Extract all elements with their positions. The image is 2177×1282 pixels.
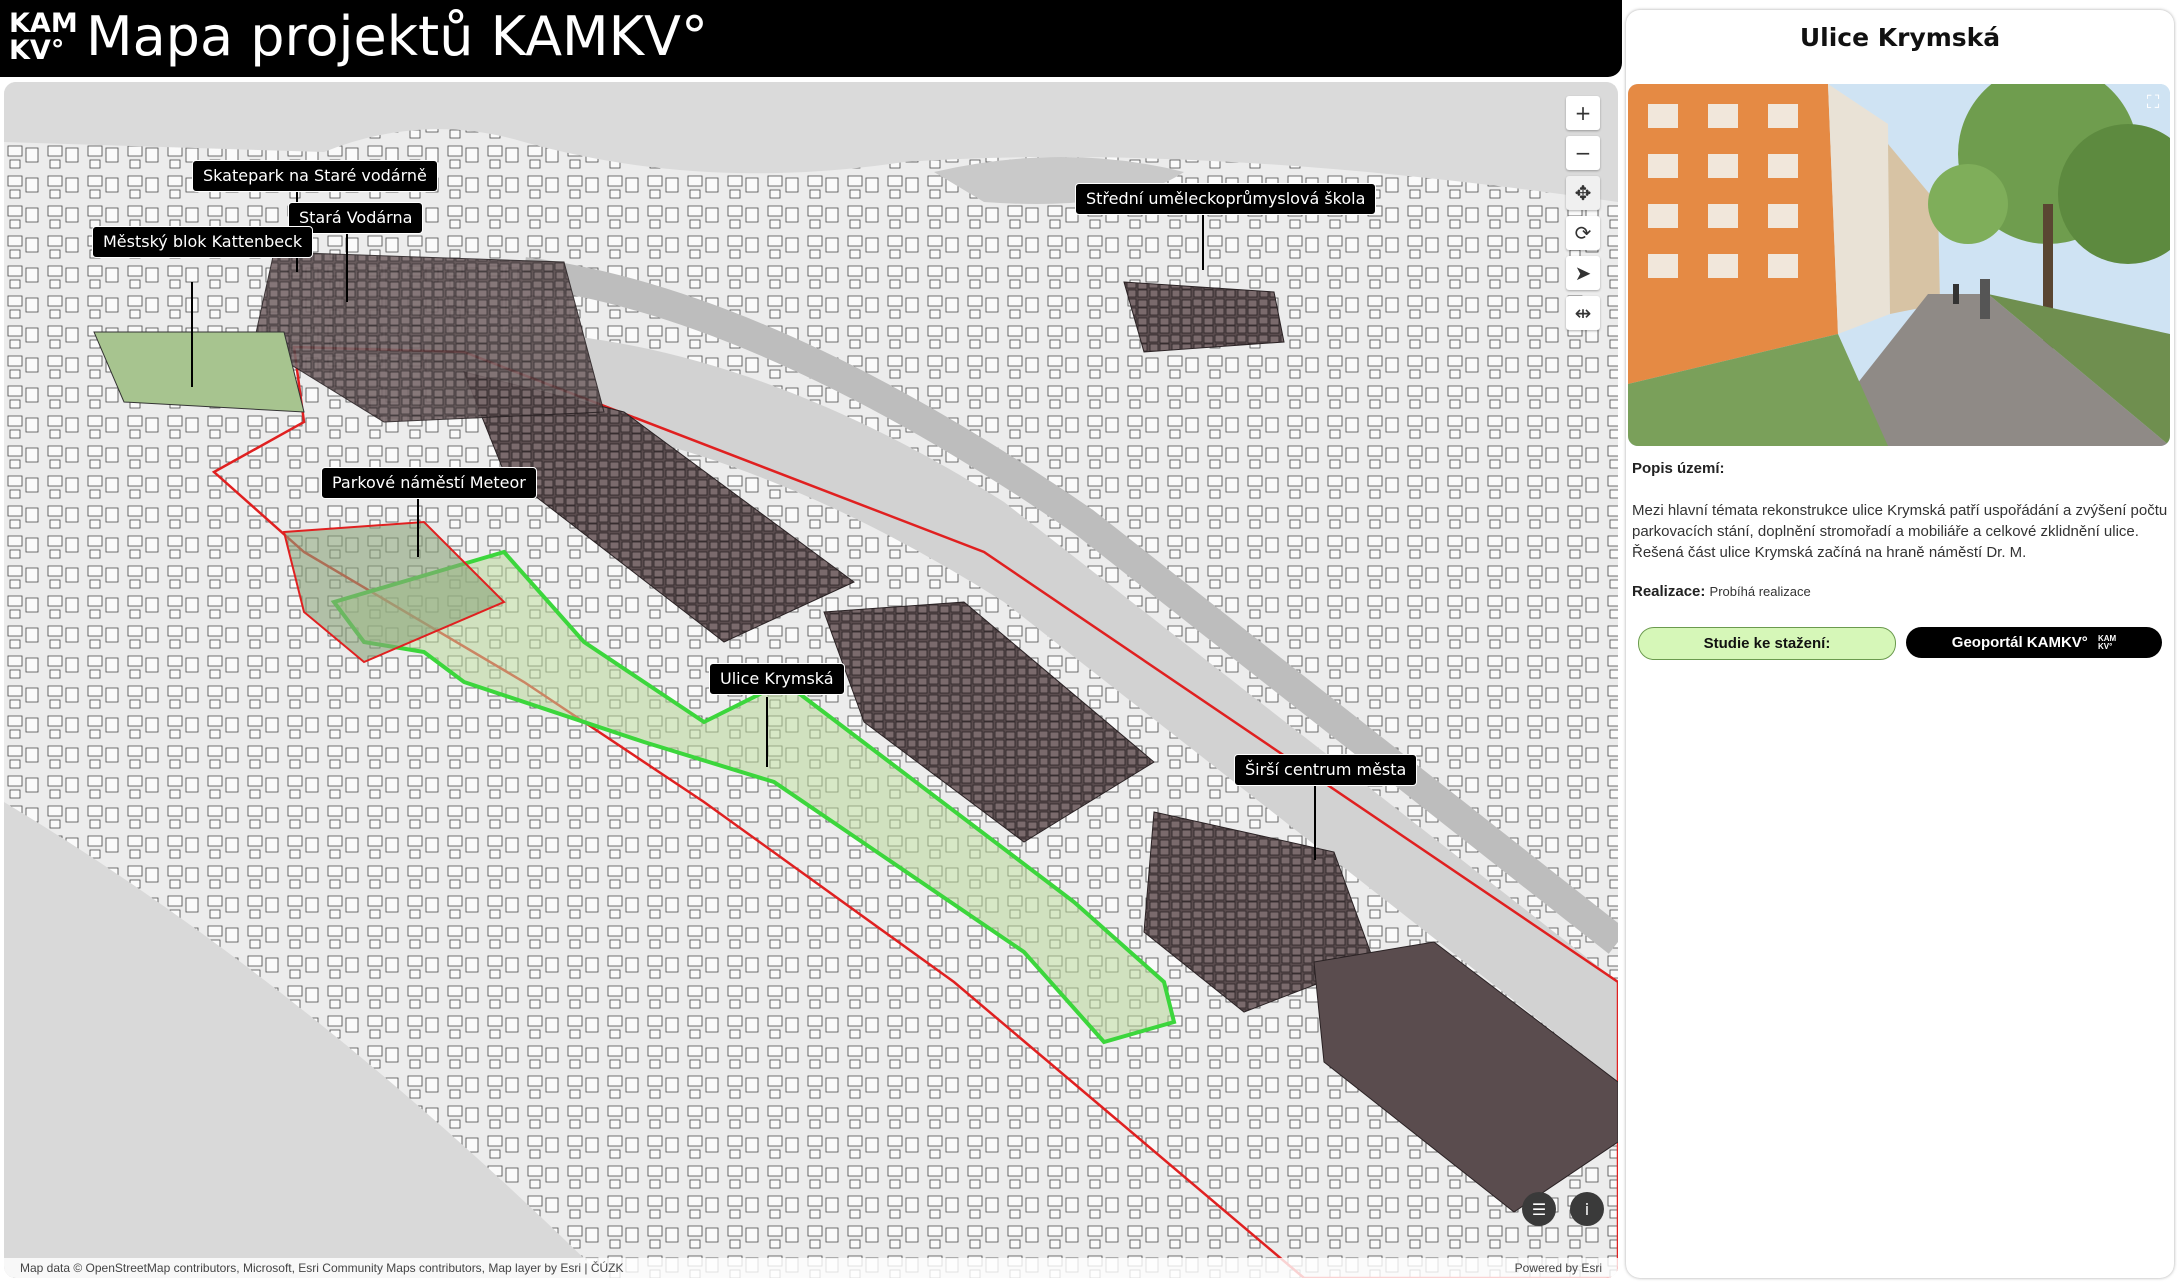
kattenbeck-courtyard [93, 331, 305, 413]
info-icon[interactable]: i [1570, 1192, 1604, 1226]
pan-icon[interactable]: ✥ [1566, 176, 1600, 210]
geoportal-logo-line-2: KV° [2097, 642, 2113, 652]
map-attribution: Map data © OpenStreetMap contributors, M… [4, 1258, 1618, 1278]
powered-by-esri[interactable]: Powered by Esri [1515, 1258, 1602, 1278]
map-view[interactable]: Skatepark na Staré vodárně Stará Vodárna… [4, 82, 1618, 1278]
street-visualization-image [1628, 84, 2170, 446]
leader-upr-skola [1202, 215, 1204, 270]
zoom-out-button[interactable]: − [1566, 136, 1600, 170]
leader-krymska [766, 697, 768, 767]
page-title: Mapa projektů KAMKV° [86, 5, 708, 68]
leader-meteor [417, 497, 419, 557]
map-label-krymska[interactable]: Ulice Krymská [709, 663, 845, 695]
download-study-button[interactable]: Studie ke stažení: [1638, 627, 1896, 660]
logo-line-2: KV° [9, 35, 65, 66]
map-label-skatepark[interactable]: Skatepark na Staré vodárně [192, 160, 438, 192]
project-photo: ⛶ [1628, 84, 2170, 446]
school-building [1123, 281, 1285, 353]
zoom-in-button[interactable]: + [1566, 96, 1600, 130]
rotate-icon[interactable]: ⟳ [1566, 216, 1600, 250]
geoportal-button-label: Geoportál KAMKV° [1951, 634, 2088, 651]
kamkv-logo[interactable]: KAM KV° [9, 8, 78, 68]
description-label: Popis území: [1632, 460, 1725, 477]
leader-kattenbeck [191, 282, 193, 387]
map-label-kattenbeck[interactable]: Městský blok Kattenbeck [92, 226, 314, 258]
measure-icon[interactable]: ⇹ [1566, 296, 1600, 330]
map-bottom-tools: ☰ i [1522, 1192, 1604, 1226]
fullscreen-icon[interactable]: ⛶ [2142, 92, 2164, 114]
geoportal-button[interactable]: Geoportál KAMKV° KAM KV° [1906, 627, 2162, 658]
map-navigation-tools: + − ✥ ⟳ ➤ ⇹ [1566, 96, 1600, 330]
geoportal-mini-logo: KAM KV° [2098, 635, 2116, 651]
map-label-meteor[interactable]: Parkové náměstí Meteor [321, 467, 537, 499]
detail-panel: Ulice Krymská ⛶ Popis území: Mezi hlavní… [1626, 10, 2174, 1278]
logo-line-1: KAM [9, 8, 78, 39]
leader-centrum [1314, 780, 1316, 860]
map-label-upr-skola[interactable]: Střední uměleckoprůmyslová škola [1075, 183, 1377, 215]
attribution-text: Map data © OpenStreetMap contributors, M… [20, 1261, 624, 1275]
compass-icon[interactable]: ➤ [1566, 256, 1600, 290]
realization-row: Realizace: Probíhá realizace [1632, 583, 1811, 600]
realization-value: Probíhá realizace [1709, 584, 1811, 599]
app-header: KAM KV° Mapa projektů KAMKV° [0, 0, 1622, 77]
panel-title: Ulice Krymská [1799, 23, 2001, 52]
legend-list-icon[interactable]: ☰ [1522, 1192, 1556, 1226]
leader-stara-vodarna [346, 227, 348, 302]
realization-label: Realizace: [1632, 583, 1706, 600]
map-label-centrum[interactable]: Širší centrum města [1234, 754, 1418, 786]
description-text: Mezi hlavní témata rekonstrukce ulice Kr… [1632, 502, 2168, 561]
